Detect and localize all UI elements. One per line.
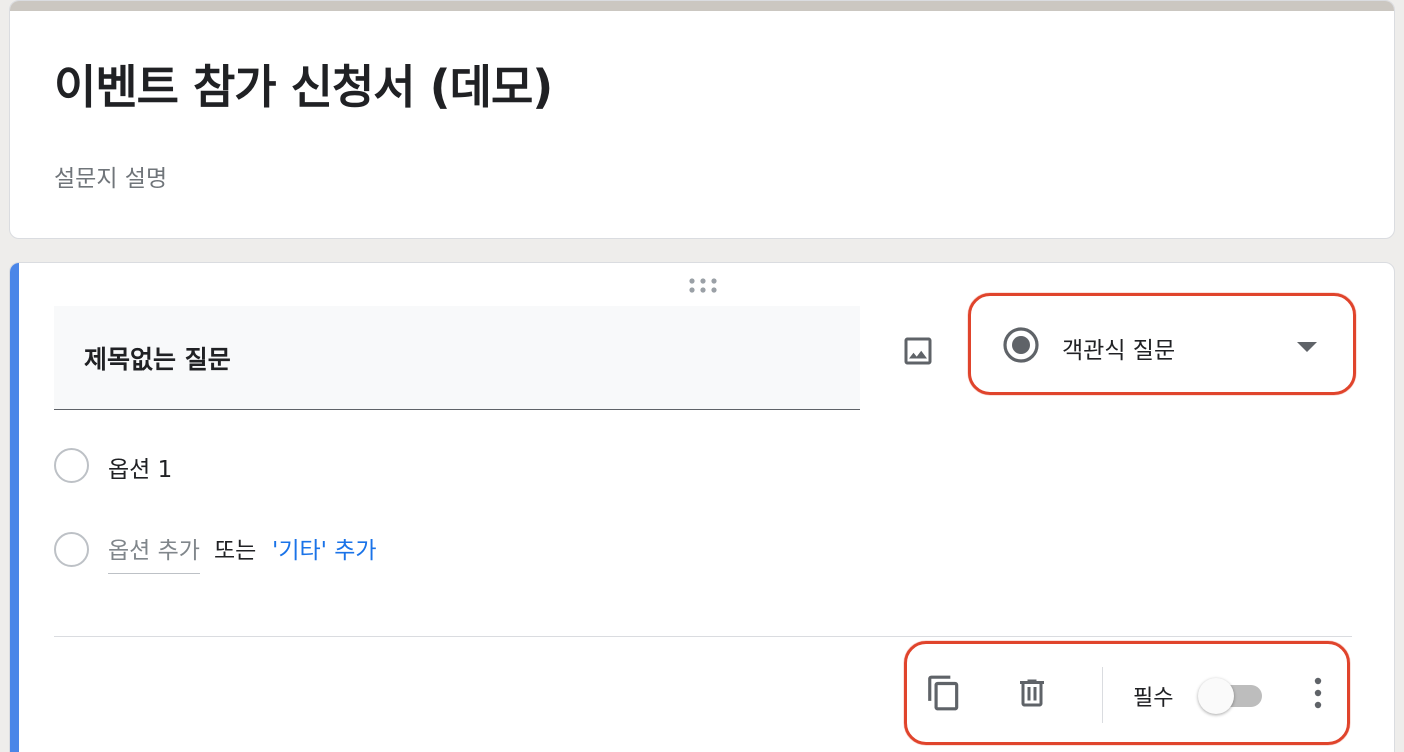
add-image-button[interactable]: [898, 331, 938, 371]
option-label[interactable]: 옵션 1: [108, 450, 172, 484]
form-title-card: 이벤트 참가 신청서 (데모) 설문지 설명: [9, 0, 1395, 239]
question-type-dropdown[interactable]: 객관식 질문: [972, 293, 1352, 395]
active-question-indicator: [10, 263, 19, 752]
radio-button-checked-icon: [1003, 327, 1039, 363]
drag-handle-icon[interactable]: [688, 277, 718, 293]
more-vert-icon: [1314, 677, 1322, 709]
add-other-link[interactable]: '기타' 추가: [272, 531, 377, 565]
required-toggle[interactable]: [1196, 676, 1266, 716]
question-footer-toolbar: 필수: [906, 647, 1354, 737]
add-option-input[interactable]: 옵션 추가: [108, 531, 200, 574]
header-strip: [10, 1, 1394, 11]
trash-icon: [1020, 679, 1044, 707]
more-options-button[interactable]: [1296, 671, 1340, 715]
toggle-knob: [1198, 678, 1234, 714]
toolbar-separator: [1102, 667, 1103, 723]
question-type-label: 객관식 질문: [1062, 338, 1176, 364]
image-icon: [904, 337, 932, 365]
required-label: 필수: [1133, 686, 1174, 711]
radio-unchecked-icon: [54, 531, 89, 567]
or-text: 또는: [214, 538, 257, 564]
footer-divider: [54, 636, 1352, 637]
add-option-row: 옵션 추가 또는 '기타' 추가: [54, 529, 554, 574]
copy-icon: [928, 675, 959, 711]
question-title: 제목없는 질문: [84, 345, 231, 374]
chevron-down-icon: [1297, 342, 1317, 352]
form-description[interactable]: 설문지 설명: [54, 159, 167, 193]
duplicate-button[interactable]: [922, 671, 966, 715]
list-item: 옵션 1: [54, 445, 172, 485]
radio-unchecked-icon: [54, 447, 89, 483]
delete-button[interactable]: [1010, 671, 1054, 715]
question-title-input[interactable]: 제목없는 질문: [54, 306, 860, 410]
question-card[interactable]: 제목없는 질문 객관식 질문 옵션 1 옵션 추가 또는 '기타' 추가 필수: [9, 262, 1395, 752]
form-title[interactable]: 이벤트 참가 신청서 (데모): [54, 51, 553, 117]
